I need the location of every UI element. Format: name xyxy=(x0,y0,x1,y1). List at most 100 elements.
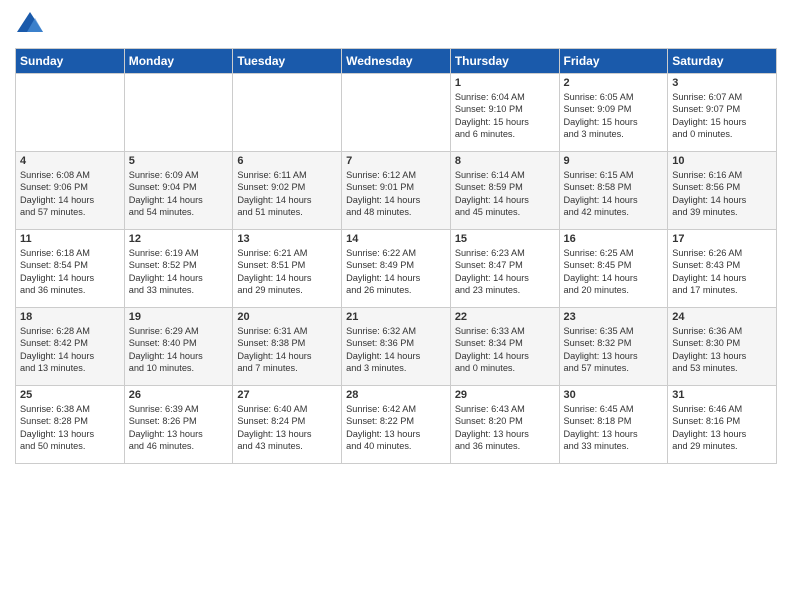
day-number: 13 xyxy=(237,233,337,245)
day-number: 10 xyxy=(672,155,772,167)
calendar-cell xyxy=(342,74,451,152)
calendar-cell: 22 Sunrise: 6:33 AM Sunset: 8:34 PM Dayli… xyxy=(450,308,559,386)
calendar-cell: 3Sunrise: 6:07 AM Sunset: 9:07 PM Daylig… xyxy=(668,74,777,152)
calendar-cell: 14 Sunrise: 6:22 AM Sunset: 8:49 PM Dayli… xyxy=(342,230,451,308)
daylight-info: Sunrise: 6:43 AM Sunset: 8:20 PM Dayligh… xyxy=(455,404,529,451)
daylight-info: Sunrise: 6:15 AM Sunset: 8:58 PM Dayligh… xyxy=(564,170,638,217)
day-number: 24 xyxy=(672,311,772,323)
daylight-info: Sunrise: 6:46 AM Sunset: 8:16 PM Dayligh… xyxy=(672,404,746,451)
day-header-wednesday: Wednesday xyxy=(342,49,451,74)
day-number: 17 xyxy=(672,233,772,245)
day-number: 9 xyxy=(564,155,664,167)
day-number: 27 xyxy=(237,389,337,401)
calendar-table: SundayMondayTuesdayWednesdayThursdayFrid… xyxy=(15,48,777,464)
day-number: 30 xyxy=(564,389,664,401)
calendar-week-4: 18 Sunrise: 6:28 AM Sunset: 8:42 PM Dayli… xyxy=(16,308,777,386)
day-number: 6 xyxy=(237,155,337,167)
day-number: 5 xyxy=(129,155,229,167)
calendar-cell: 2Sunrise: 6:05 AM Sunset: 9:09 PM Daylig… xyxy=(559,74,668,152)
day-number: 29 xyxy=(455,389,555,401)
day-number: 21 xyxy=(346,311,446,323)
day-number: 11 xyxy=(20,233,120,245)
day-number: 22 xyxy=(455,311,555,323)
day-number: 8 xyxy=(455,155,555,167)
header xyxy=(15,10,777,40)
daylight-info: Sunrise: 6:08 AM Sunset: 9:06 PM Dayligh… xyxy=(20,170,94,217)
day-number: 1 xyxy=(455,77,555,89)
calendar-cell: 10 Sunrise: 6:16 AM Sunset: 8:56 PM Dayli… xyxy=(668,152,777,230)
calendar-cell: 13 Sunrise: 6:21 AM Sunset: 8:51 PM Dayli… xyxy=(233,230,342,308)
calendar-cell: 30 Sunrise: 6:45 AM Sunset: 8:18 PM Dayli… xyxy=(559,386,668,464)
calendar-cell: 11 Sunrise: 6:18 AM Sunset: 8:54 PM Dayli… xyxy=(16,230,125,308)
calendar-cell: 20 Sunrise: 6:31 AM Sunset: 8:38 PM Dayli… xyxy=(233,308,342,386)
day-number: 14 xyxy=(346,233,446,245)
calendar-cell: 8Sunrise: 6:14 AM Sunset: 8:59 PM Daylig… xyxy=(450,152,559,230)
calendar-cell xyxy=(124,74,233,152)
daylight-info: Sunrise: 6:39 AM Sunset: 8:26 PM Dayligh… xyxy=(129,404,203,451)
daylight-info: Sunrise: 6:16 AM Sunset: 8:56 PM Dayligh… xyxy=(672,170,746,217)
daylight-info: Sunrise: 6:45 AM Sunset: 8:18 PM Dayligh… xyxy=(564,404,638,451)
day-number: 19 xyxy=(129,311,229,323)
calendar-cell: 18 Sunrise: 6:28 AM Sunset: 8:42 PM Dayli… xyxy=(16,308,125,386)
calendar-week-5: 25 Sunrise: 6:38 AM Sunset: 8:28 PM Dayli… xyxy=(16,386,777,464)
calendar-cell: 7 Sunrise: 6:12 AM Sunset: 9:01 PM Daylig… xyxy=(342,152,451,230)
daylight-info: Sunrise: 6:12 AM Sunset: 9:01 PM Dayligh… xyxy=(346,170,420,217)
calendar-cell: 19 Sunrise: 6:29 AM Sunset: 8:40 PM Dayli… xyxy=(124,308,233,386)
daylight-info: Sunrise: 6:36 AM Sunset: 8:30 PM Dayligh… xyxy=(672,326,746,373)
calendar-cell: 17Sunrise: 6:26 AM Sunset: 8:43 PM Dayli… xyxy=(668,230,777,308)
daylight-info: Sunrise: 6:28 AM Sunset: 8:42 PM Dayligh… xyxy=(20,326,94,373)
day-number: 20 xyxy=(237,311,337,323)
calendar-cell: 9 Sunrise: 6:15 AM Sunset: 8:58 PM Daylig… xyxy=(559,152,668,230)
daylight-info: Sunrise: 6:42 AM Sunset: 8:22 PM Dayligh… xyxy=(346,404,420,451)
day-number: 16 xyxy=(564,233,664,245)
page-container: SundayMondayTuesdayWednesdayThursdayFrid… xyxy=(0,0,792,469)
calendar-week-2: 4 Sunrise: 6:08 AM Sunset: 9:06 PM Daylig… xyxy=(16,152,777,230)
daylight-info: Sunrise: 6:09 AM Sunset: 9:04 PM Dayligh… xyxy=(129,170,203,217)
calendar-cell: 5 Sunrise: 6:09 AM Sunset: 9:04 PM Daylig… xyxy=(124,152,233,230)
day-number: 4 xyxy=(20,155,120,167)
daylight-info: Sunrise: 6:18 AM Sunset: 8:54 PM Dayligh… xyxy=(20,248,94,295)
day-header-friday: Friday xyxy=(559,49,668,74)
daylight-info: Sunrise: 6:40 AM Sunset: 8:24 PM Dayligh… xyxy=(237,404,311,451)
logo xyxy=(15,10,48,40)
day-number: 18 xyxy=(20,311,120,323)
calendar-cell: 26Sunrise: 6:39 AM Sunset: 8:26 PM Dayli… xyxy=(124,386,233,464)
daylight-info: Sunrise: 6:23 AM Sunset: 8:47 PM Dayligh… xyxy=(455,248,529,295)
calendar-cell: 4 Sunrise: 6:08 AM Sunset: 9:06 PM Daylig… xyxy=(16,152,125,230)
logo-icon xyxy=(15,10,45,40)
daylight-info: Sunrise: 6:32 AM Sunset: 8:36 PM Dayligh… xyxy=(346,326,420,373)
day-header-tuesday: Tuesday xyxy=(233,49,342,74)
day-number: 3 xyxy=(672,77,772,89)
day-number: 28 xyxy=(346,389,446,401)
calendar-cell xyxy=(16,74,125,152)
day-number: 7 xyxy=(346,155,446,167)
calendar-cell: 1 Sunrise: 6:04 AM Sunset: 9:10 PM Daylig… xyxy=(450,74,559,152)
calendar-cell xyxy=(233,74,342,152)
day-number: 25 xyxy=(20,389,120,401)
calendar-cell: 6 Sunrise: 6:11 AM Sunset: 9:02 PM Daylig… xyxy=(233,152,342,230)
daylight-info: Sunrise: 6:04 AM Sunset: 9:10 PM Dayligh… xyxy=(455,92,529,139)
day-header-sunday: Sunday xyxy=(16,49,125,74)
daylight-info: Sunrise: 6:11 AM Sunset: 9:02 PM Dayligh… xyxy=(237,170,311,217)
day-number: 23 xyxy=(564,311,664,323)
calendar-cell: 25 Sunrise: 6:38 AM Sunset: 8:28 PM Dayli… xyxy=(16,386,125,464)
calendar-week-3: 11 Sunrise: 6:18 AM Sunset: 8:54 PM Dayli… xyxy=(16,230,777,308)
daylight-info: Sunrise: 6:38 AM Sunset: 8:28 PM Dayligh… xyxy=(20,404,94,451)
daylight-info: Sunrise: 6:22 AM Sunset: 8:49 PM Dayligh… xyxy=(346,248,420,295)
daylight-info: Sunrise: 6:19 AM Sunset: 8:52 PM Dayligh… xyxy=(129,248,203,295)
daylight-info: Sunrise: 6:35 AM Sunset: 8:32 PM Dayligh… xyxy=(564,326,638,373)
calendar-cell: 12Sunrise: 6:19 AM Sunset: 8:52 PM Dayli… xyxy=(124,230,233,308)
calendar-cell: 28 Sunrise: 6:42 AM Sunset: 8:22 PM Dayli… xyxy=(342,386,451,464)
daylight-info: Sunrise: 6:29 AM Sunset: 8:40 PM Dayligh… xyxy=(129,326,203,373)
day-number: 31 xyxy=(672,389,772,401)
calendar-cell: 27 Sunrise: 6:40 AM Sunset: 8:24 PM Dayli… xyxy=(233,386,342,464)
calendar-cell: 23 Sunrise: 6:35 AM Sunset: 8:32 PM Dayli… xyxy=(559,308,668,386)
daylight-info: Sunrise: 6:21 AM Sunset: 8:51 PM Dayligh… xyxy=(237,248,311,295)
calendar-cell: 31 Sunrise: 6:46 AM Sunset: 8:16 PM Dayli… xyxy=(668,386,777,464)
day-header-thursday: Thursday xyxy=(450,49,559,74)
calendar-cell: 24 Sunrise: 6:36 AM Sunset: 8:30 PM Dayli… xyxy=(668,308,777,386)
day-header-monday: Monday xyxy=(124,49,233,74)
daylight-info: Sunrise: 6:05 AM Sunset: 9:09 PM Dayligh… xyxy=(564,92,638,139)
daylight-info: Sunrise: 6:33 AM Sunset: 8:34 PM Dayligh… xyxy=(455,326,529,373)
daylight-info: Sunrise: 6:31 AM Sunset: 8:38 PM Dayligh… xyxy=(237,326,311,373)
